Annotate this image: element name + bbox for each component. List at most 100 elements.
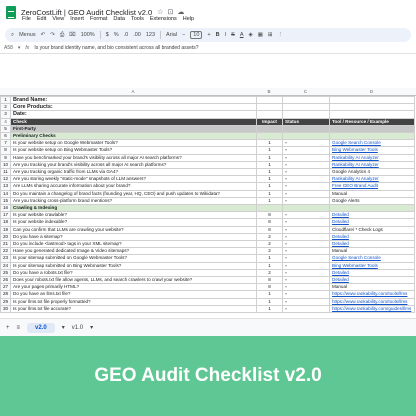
subsection-crawling-indexing[interactable]: Crawling & Indexing — [10, 204, 257, 213]
tool-cell[interactable]: Bing Webmaster Tools — [329, 261, 415, 270]
tool-cell[interactable]: Rankability AI Analyzer — [329, 175, 415, 184]
status-cell[interactable]: ▾ — [282, 168, 330, 177]
tool-link[interactable]: Rankability AI Analyzer — [332, 162, 379, 166]
menu-help[interactable]: Help — [183, 16, 194, 26]
tool-cell[interactable]: https://www.rankability.com/guides/llms — [329, 304, 415, 314]
row-number[interactable]: 5 — [0, 124, 11, 134]
cell[interactable] — [329, 110, 415, 119]
tool-cell[interactable]: Detailed — [329, 240, 415, 249]
check-cell[interactable]: Are you storing weekly "static-mode" sna… — [10, 175, 257, 184]
status-dropdown-icon[interactable]: ▾ — [285, 141, 287, 145]
zoom-select[interactable]: 100% — [81, 32, 95, 38]
check-cell[interactable]: Can you confirm that LLMs are crawling y… — [10, 225, 257, 234]
status-dropdown-icon[interactable]: ▾ — [285, 256, 287, 260]
status-dropdown-icon[interactable]: ▾ — [285, 270, 287, 274]
cell[interactable] — [329, 124, 415, 134]
tool-cell[interactable]: Cloudflare/ * Check Logs — [329, 225, 415, 234]
status-dropdown-icon[interactable]: ▾ — [285, 292, 287, 296]
cloud-status-icon[interactable]: ☁ — [177, 8, 184, 16]
undo-icon[interactable]: ↶ — [41, 32, 46, 38]
tool-cell[interactable]: https://www.rankability.com/tools/llms — [329, 290, 415, 299]
cell[interactable] — [256, 95, 283, 105]
row-number[interactable]: 23 — [0, 254, 11, 263]
row-number[interactable]: 3 — [0, 110, 11, 119]
tool-cell[interactable]: Detailed — [329, 218, 415, 227]
status-dropdown-icon[interactable]: ▾ — [285, 234, 287, 238]
impact-cell[interactable]: 1 — [256, 254, 283, 263]
cell[interactable] — [282, 124, 330, 134]
impact-cell[interactable]: 1 — [256, 153, 283, 162]
impact-cell[interactable]: 1 — [256, 160, 283, 170]
tool-link[interactable]: Rankability AI Analyzer — [332, 155, 379, 159]
section-first-party[interactable]: First-Party — [10, 124, 257, 134]
search-menus-label[interactable]: Menus — [19, 32, 36, 38]
row-number[interactable]: 30 — [0, 304, 11, 314]
status-cell[interactable]: ▾ — [282, 160, 330, 170]
status-cell[interactable]: ▾ — [282, 254, 330, 263]
status-cell[interactable]: ▾ — [282, 283, 330, 292]
tool-link[interactable]: Detailed — [332, 242, 349, 246]
font-size-decrease-icon[interactable]: − — [182, 32, 185, 38]
row-number[interactable]: 25 — [0, 268, 11, 278]
impact-cell[interactable]: 8 — [256, 283, 283, 292]
formula-input[interactable]: Is your brand identity name, and bio con… — [34, 45, 198, 51]
impact-column-header[interactable]: Impact — [256, 117, 283, 126]
borders-icon[interactable]: ▦ — [258, 32, 263, 38]
date-label[interactable]: Date: — [10, 110, 257, 119]
print-icon[interactable]: ⎙ — [60, 32, 64, 39]
status-dropdown-icon[interactable]: ▾ — [285, 220, 287, 224]
check-cell[interactable]: Do you maintain a changelog of brand fac… — [10, 189, 257, 198]
tool-cell[interactable]: Google Search Console — [329, 254, 415, 263]
impact-cell[interactable]: 2 — [256, 240, 283, 249]
font-size-input[interactable]: 10 — [190, 31, 203, 39]
percent-format-button[interactable]: % — [114, 32, 119, 38]
menu-view[interactable]: View — [52, 16, 64, 26]
status-cell[interactable]: ▾ — [282, 211, 330, 220]
status-column-header[interactable]: Status — [282, 117, 330, 126]
row-number[interactable]: 20 — [0, 232, 11, 242]
tool-cell[interactable]: Google Search Console — [329, 139, 415, 148]
cell[interactable] — [282, 110, 330, 119]
impact-cell[interactable]: 1 — [256, 189, 283, 198]
row-number[interactable]: 21 — [0, 240, 11, 249]
status-dropdown-icon[interactable]: ▾ — [285, 191, 287, 195]
impact-cell[interactable]: 1 — [256, 139, 283, 148]
impact-cell[interactable]: 8 — [256, 276, 283, 285]
status-dropdown-icon[interactable]: ▾ — [285, 249, 287, 253]
currency-format-button[interactable]: $ — [106, 32, 109, 38]
check-cell[interactable]: Are LLMs sharing accurate information ab… — [10, 182, 257, 191]
column-header-d[interactable]: D — [329, 88, 414, 96]
tool-cell[interactable]: Rankability AI Analyzer — [329, 153, 415, 162]
sheet-tab-v2-dropdown-icon[interactable]: ▾ — [62, 324, 65, 331]
impact-cell[interactable]: 1 — [256, 146, 283, 155]
text-color-button[interactable]: A — [240, 32, 244, 38]
row-number[interactable]: 26 — [0, 276, 11, 285]
check-cell[interactable]: Do you have a sitemap? — [10, 232, 257, 242]
status-cell[interactable]: ▾ — [282, 175, 330, 184]
cell[interactable] — [329, 95, 415, 105]
name-box-dropdown-icon[interactable]: ▾ — [18, 45, 21, 51]
cell[interactable] — [282, 132, 330, 141]
check-cell[interactable]: Is your llms.txt file properly formatted… — [10, 297, 257, 306]
menu-tools[interactable]: Tools — [131, 16, 144, 26]
check-cell[interactable]: Is your website crawlable? — [10, 211, 257, 220]
row-number[interactable]: 10 — [0, 160, 11, 170]
impact-cell[interactable]: 1 — [256, 196, 283, 206]
column-header-c[interactable]: C — [282, 88, 329, 96]
check-cell[interactable]: Do you include <lastmod> tags in your XM… — [10, 240, 257, 249]
tool-link[interactable]: Rankability AI Analyzer — [332, 177, 379, 181]
status-dropdown-icon[interactable]: ▾ — [285, 177, 287, 181]
status-dropdown-icon[interactable]: ▾ — [285, 242, 287, 246]
status-cell[interactable]: ▾ — [282, 290, 330, 299]
status-cell[interactable]: ▾ — [282, 225, 330, 234]
status-cell[interactable]: ▾ — [282, 189, 330, 198]
row-number[interactable]: 15 — [0, 196, 11, 206]
status-dropdown-icon[interactable]: ▾ — [285, 299, 287, 303]
row-number[interactable]: 18 — [0, 218, 11, 227]
check-cell[interactable]: Does your robots.txt file allow agents, … — [10, 276, 257, 285]
row-number[interactable]: 1 — [0, 95, 11, 105]
tool-link[interactable]: Google Search Console — [332, 141, 381, 145]
cell[interactable] — [256, 124, 283, 134]
column-header-b[interactable]: B — [256, 88, 282, 96]
tool-cell[interactable]: Free GEO Brand Audit — [329, 182, 415, 191]
